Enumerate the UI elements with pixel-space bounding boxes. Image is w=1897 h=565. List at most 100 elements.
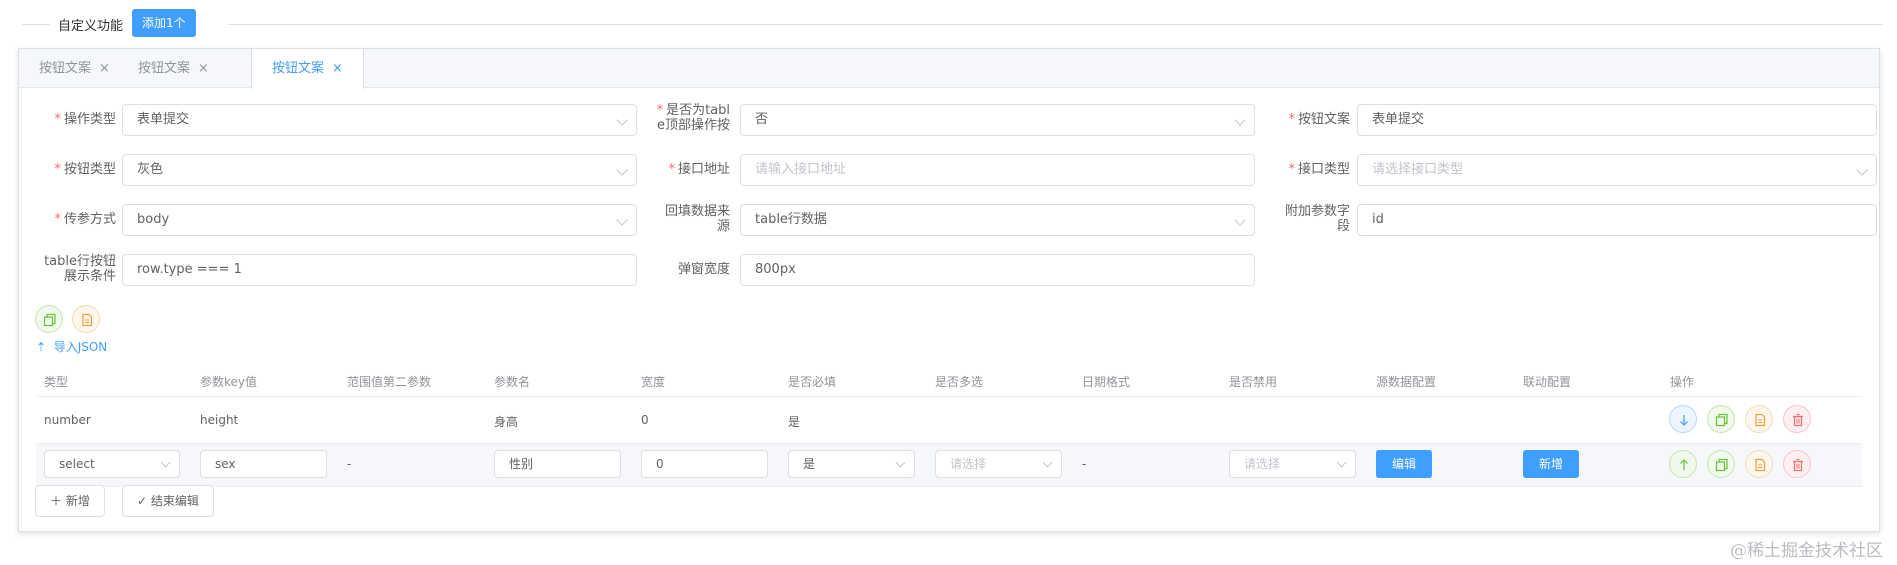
move-down-button[interactable]: [1669, 405, 1697, 433]
button-type-value: 灰色: [137, 162, 164, 177]
backfill-source-label: 回填数据来 源: [664, 204, 730, 234]
table-header: 是否必填: [788, 375, 837, 389]
extra-param-label: 附加参数字 段: [1284, 204, 1350, 234]
chevron-down-icon: [616, 114, 628, 126]
table-header: 操作: [1670, 375, 1695, 389]
param-mode-value: body: [137, 212, 170, 227]
required-value: 是: [803, 457, 816, 471]
backfill-source-select[interactable]: table行数据: [740, 204, 1255, 236]
move-up-button[interactable]: [1669, 450, 1697, 478]
document-icon: [82, 313, 93, 327]
close-icon[interactable]: ×: [198, 61, 209, 76]
row-condition-input[interactable]: row.type === 1: [122, 254, 637, 286]
is-table-top-label: * 是否为tabl e顶部操作按: [656, 103, 730, 133]
api-url-placeholder: 请输入接口地址: [755, 162, 847, 177]
close-icon[interactable]: ×: [99, 61, 110, 76]
table-header: 是否禁用: [1229, 375, 1278, 389]
name-value: 性别: [509, 457, 534, 471]
plus-icon: ＋: [50, 494, 63, 508]
backfill-source-value: table行数据: [755, 212, 827, 227]
cell-width: 0: [641, 413, 649, 427]
chevron-down-icon: [616, 214, 628, 226]
row-condition-label: table行按钮 展示条件: [44, 254, 116, 284]
disabled-placeholder: 请选择: [1244, 457, 1281, 471]
button-text-label: * 按钮文案: [1288, 112, 1350, 127]
row-paste-button[interactable]: [1745, 405, 1773, 433]
chevron-down-icon: [895, 457, 906, 468]
link-add-button[interactable]: 新增: [1523, 450, 1579, 478]
tab-label: 按钮文案: [272, 61, 325, 76]
api-type-select[interactable]: 请选择接口类型: [1357, 154, 1877, 186]
table-header: 联动配置: [1523, 375, 1572, 389]
cell-type: number: [44, 413, 91, 427]
button-type-label: * 按钮类型: [54, 162, 116, 177]
button-text-value: 表单提交: [1372, 112, 1425, 127]
chevron-down-icon: [1336, 457, 1347, 468]
date-format-value: -: [1082, 457, 1087, 471]
tab-button-3-active[interactable]: 按钮文案 ×: [251, 49, 364, 89]
dialog-width-label: 弹窗宽度: [677, 262, 730, 277]
table-header: 宽度: [641, 375, 666, 389]
table-header: 是否多选: [935, 375, 984, 389]
type-value: select: [59, 457, 95, 471]
chevron-down-icon: [1042, 457, 1053, 468]
row-copy-button[interactable]: [1707, 405, 1735, 433]
row-delete-button[interactable]: [1783, 405, 1811, 433]
table-divider: [36, 486, 1862, 487]
section-title: 自定义功能: [58, 19, 124, 34]
import-json-link[interactable]: ⇡ 导入JSON: [36, 338, 107, 355]
add-row-label: 新增: [65, 494, 90, 508]
cell-required: 是: [788, 415, 801, 429]
row-copy-button[interactable]: [1707, 450, 1735, 478]
button-text-input[interactable]: 表单提交: [1357, 104, 1877, 136]
upload-icon: ⇡: [36, 340, 47, 354]
key-input[interactable]: sex: [200, 450, 327, 478]
tab-label: 按钮文案: [39, 61, 92, 76]
chevron-down-icon: [1234, 114, 1246, 126]
param-mode-select[interactable]: body: [122, 204, 637, 236]
multiple-placeholder: 请选择: [950, 457, 987, 471]
name-input[interactable]: 性别: [494, 450, 621, 478]
table-header: 日期格式: [1082, 375, 1131, 389]
divider-right: [228, 24, 1883, 25]
row-delete-button[interactable]: [1783, 450, 1811, 478]
section-header: 自定义功能 添加1个: [0, 8, 1897, 40]
chevron-down-icon: [1856, 164, 1868, 176]
dialog-width-input[interactable]: 800px: [740, 254, 1255, 286]
table-header: 源数据配置: [1376, 375, 1437, 389]
add-row-button[interactable]: ＋ 新增: [35, 485, 105, 517]
required-select[interactable]: 是: [788, 450, 915, 478]
tab-bar: 按钮文案 × 按钮文案 × 按钮文案 ×: [19, 49, 1879, 89]
type-select[interactable]: select: [44, 450, 180, 478]
close-icon[interactable]: ×: [332, 61, 343, 76]
tab-button-2[interactable]: 按钮文案 ×: [138, 49, 209, 88]
api-type-placeholder: 请选择接口类型: [1372, 162, 1464, 177]
document-icon: [1755, 413, 1766, 427]
add-one-button[interactable]: 添加1个: [132, 9, 196, 37]
extra-param-input[interactable]: id: [1357, 204, 1877, 236]
api-url-input[interactable]: 请输入接口地址: [740, 154, 1255, 186]
param-mode-label: * 传参方式: [54, 212, 116, 227]
row-paste-button[interactable]: [1745, 450, 1773, 478]
chevron-down-icon: [1234, 214, 1246, 226]
watermark: @稀土掘金技术社区: [1730, 541, 1883, 561]
disabled-select[interactable]: 请选择: [1229, 450, 1356, 478]
tab-button-1[interactable]: 按钮文案 ×: [39, 49, 110, 88]
width-input[interactable]: 0: [641, 450, 768, 478]
copy-icon: [1715, 413, 1728, 427]
operation-type-select[interactable]: 表单提交: [122, 104, 637, 136]
arrow-down-icon: [1680, 415, 1688, 426]
paste-button[interactable]: [72, 305, 100, 333]
operation-type-value: 表单提交: [137, 112, 190, 127]
button-type-select[interactable]: 灰色: [122, 154, 637, 186]
is-table-top-select[interactable]: 否: [740, 104, 1255, 136]
source-edit-button[interactable]: 编辑: [1376, 450, 1432, 478]
end-edit-button[interactable]: ✓ 结束编辑: [122, 485, 214, 517]
extra-param-value: id: [1372, 212, 1384, 227]
is-table-top-value: 否: [755, 112, 769, 127]
table-header: 参数key值: [200, 375, 258, 389]
table-header: 类型: [44, 375, 69, 389]
cell-key: height: [200, 413, 239, 427]
multiple-select[interactable]: 请选择: [935, 450, 1062, 478]
copy-button[interactable]: [35, 305, 63, 333]
